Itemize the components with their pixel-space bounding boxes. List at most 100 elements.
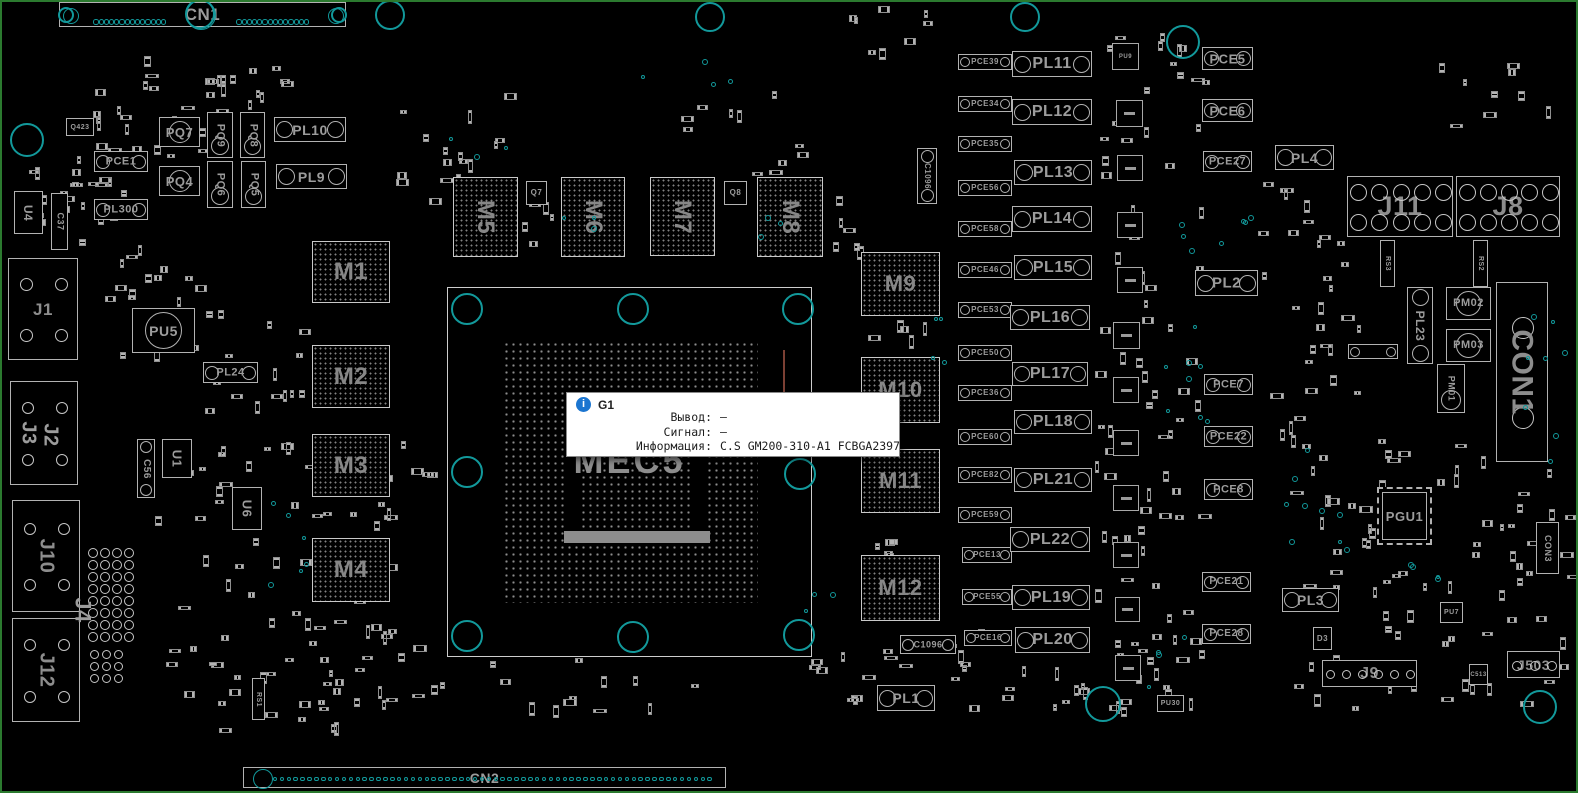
pm03-regulator[interactable]: PM03 bbox=[1446, 329, 1491, 362]
pce53-inductor[interactable]: PCE53 bbox=[958, 302, 1012, 318]
pce13-inductor[interactable]: PCE13 bbox=[962, 547, 1012, 563]
pce16-inductor[interactable]: PCE16 bbox=[964, 630, 1012, 646]
j2-silk-label[interactable]: J2 bbox=[38, 400, 64, 470]
q423-chip[interactable]: Q423 bbox=[66, 118, 94, 136]
pce36-inductor[interactable]: PCE36 bbox=[958, 385, 1012, 401]
m1-memory-bga[interactable]: M1 bbox=[312, 241, 390, 303]
c1096-inductor[interactable]: C1096 bbox=[900, 635, 956, 654]
pu9-ic-qfn[interactable]: PU9 bbox=[1112, 43, 1139, 70]
u4-chip[interactable]: U4 bbox=[14, 191, 43, 234]
j1-connector[interactable]: J1 bbox=[8, 258, 78, 360]
j11-connector[interactable]: J11 bbox=[1347, 176, 1453, 237]
c513-chip[interactable]: C513 bbox=[1469, 664, 1488, 685]
pce6-inductor[interactable]: PCE6 bbox=[1202, 99, 1253, 122]
pm02-regulator[interactable]: PM02 bbox=[1446, 287, 1491, 320]
smd-passive bbox=[218, 452, 226, 457]
d3-chip[interactable]: D3 bbox=[1313, 627, 1332, 650]
pin-hole bbox=[1392, 183, 1410, 201]
pce58-inductor[interactable]: PCE58 bbox=[958, 221, 1012, 237]
pce1-inductor[interactable]: PCE1 bbox=[94, 151, 148, 172]
q8-chip[interactable]: Q8 bbox=[724, 181, 747, 205]
mec5-gpu-bga[interactable]: MEC5 bbox=[447, 287, 812, 657]
pce39-inductor[interactable]: PCE39 bbox=[958, 54, 1012, 70]
pl13-inductor[interactable]: PL13 bbox=[1014, 160, 1092, 185]
m9-memory-bga[interactable]: M9 bbox=[861, 252, 940, 316]
m2-memory-bga[interactable]: M2 bbox=[312, 345, 390, 408]
pl22-inductor[interactable]: PL22 bbox=[1010, 527, 1090, 552]
cn2-pin-header[interactable]: CN2 bbox=[243, 767, 726, 789]
pce34-inductor[interactable]: PCE34 bbox=[958, 96, 1012, 112]
con1-connector[interactable]: CON1 bbox=[1496, 282, 1548, 462]
smd-passive bbox=[216, 486, 223, 497]
pl10-inductor[interactable]: PL10 bbox=[274, 117, 346, 142]
j4-silk-label[interactable]: J4 bbox=[70, 580, 96, 640]
pce46-inductor[interactable]: PCE46 bbox=[958, 262, 1012, 278]
pce35-inductor[interactable]: PCE35 bbox=[958, 136, 1012, 152]
c1096-inductor[interactable]: C1096 bbox=[917, 148, 937, 204]
m12-memory-bga[interactable]: M12 bbox=[861, 555, 940, 621]
pl2-inductor[interactable]: PL2 bbox=[1195, 270, 1258, 296]
rs3-chip[interactable]: RS3 bbox=[1380, 240, 1395, 287]
pl300-inductor[interactable]: PL300 bbox=[94, 199, 148, 220]
pq5-regulator[interactable]: PQ5 bbox=[241, 161, 266, 208]
pce56-inductor[interactable]: PCE56 bbox=[958, 180, 1012, 196]
pl19-inductor[interactable]: PL19 bbox=[1012, 585, 1090, 610]
m3-memory-bga[interactable]: M3 bbox=[312, 434, 390, 497]
pce22-inductor[interactable]: PCE22 bbox=[1204, 426, 1253, 447]
boardview-canvas[interactable]: i G1 Вывод: — Сигнал: — Информация: C.S … bbox=[0, 0, 1578, 793]
pce5-inductor[interactable]: PCE5 bbox=[1202, 47, 1253, 70]
pq7-regulator[interactable]: PQ7 bbox=[159, 117, 200, 147]
pl20-inductor[interactable]: PL20 bbox=[1015, 627, 1090, 653]
pce59-inductor[interactable]: PCE59 bbox=[958, 507, 1012, 523]
pl1-inductor[interactable]: PL1 bbox=[877, 685, 935, 711]
j9-connector[interactable]: J9 bbox=[1322, 660, 1417, 687]
pl4-inductor[interactable]: PL4 bbox=[1275, 145, 1334, 170]
j8-connector[interactable]: J8 bbox=[1456, 176, 1560, 237]
pu30-chip[interactable]: PU30 bbox=[1157, 695, 1184, 712]
rs1-chip[interactable]: RS1 bbox=[252, 678, 265, 720]
pce21-inductor[interactable]: PCE21 bbox=[1202, 572, 1251, 592]
u1-chip[interactable]: U1 bbox=[162, 439, 192, 478]
pl12-inductor[interactable]: PL12 bbox=[1012, 99, 1092, 125]
m4-memory-bga[interactable]: M4 bbox=[312, 538, 390, 602]
pl11-inductor[interactable]: PL11 bbox=[1012, 51, 1092, 77]
pl3-inductor[interactable]: PL3 bbox=[1282, 588, 1339, 612]
pl15-inductor[interactable]: PL15 bbox=[1014, 255, 1092, 280]
c56-inductor[interactable]: C56 bbox=[137, 439, 155, 498]
rs2-chip[interactable]: RS2 bbox=[1473, 240, 1488, 287]
pl21-inductor[interactable]: PL21 bbox=[1014, 468, 1092, 492]
pl18-inductor[interactable]: PL18 bbox=[1014, 410, 1092, 434]
pl23-inductor[interactable]: PL23 bbox=[1407, 287, 1433, 364]
pce8-inductor[interactable]: PCE8 bbox=[1204, 479, 1253, 500]
pl14-inductor[interactable]: PL14 bbox=[1012, 206, 1092, 232]
pce7-inductor[interactable]: PCE7 bbox=[1204, 374, 1253, 395]
q7-chip[interactable]: Q7 bbox=[526, 181, 547, 205]
pm01-regulator[interactable]: PM01 bbox=[1437, 364, 1465, 413]
pce55-inductor[interactable]: PCE55 bbox=[962, 589, 1012, 605]
pce82-inductor[interactable]: PCE82 bbox=[958, 467, 1012, 483]
pce27-inductor[interactable]: PCE27 bbox=[1203, 151, 1252, 172]
m7-memory-bga[interactable]: M7 bbox=[650, 177, 715, 256]
pq6-regulator[interactable]: PQ6 bbox=[207, 161, 233, 208]
pce28-inductor[interactable]: PCE28 bbox=[1202, 624, 1251, 644]
j503-connector[interactable]: J503 bbox=[1507, 651, 1560, 678]
pq4-regulator[interactable]: PQ4 bbox=[159, 166, 200, 196]
pgu1-ic-qfp[interactable]: PGU1 bbox=[1377, 487, 1432, 545]
pce60-inductor[interactable]: PCE60 bbox=[958, 429, 1012, 445]
pq9-regulator[interactable]: PQ9 bbox=[207, 112, 233, 158]
pl17-inductor[interactable]: PL17 bbox=[1012, 362, 1088, 386]
c37-chip[interactable]: C37 bbox=[51, 193, 68, 250]
pu5-regulator[interactable]: PU5 bbox=[132, 308, 195, 353]
pce50-inductor[interactable]: PCE50 bbox=[958, 345, 1012, 361]
con3-chip[interactable]: CON3 bbox=[1536, 522, 1559, 574]
pl9-inductor[interactable]: PL9 bbox=[276, 164, 347, 189]
u6-chip[interactable]: U6 bbox=[232, 487, 262, 530]
pu7-chip[interactable]: PU7 bbox=[1440, 602, 1463, 623]
component-label: PCE59 bbox=[971, 510, 999, 519]
m11-memory-bga[interactable]: M11 bbox=[861, 449, 940, 513]
m5-memory-bga[interactable]: M5 bbox=[453, 177, 518, 257]
pq8-regulator[interactable]: PQ8 bbox=[240, 112, 265, 158]
smd-passive bbox=[1147, 657, 1154, 665]
pl24-inductor[interactable]: PL24 bbox=[203, 362, 258, 383]
pl16-inductor[interactable]: PL16 bbox=[1010, 305, 1090, 330]
